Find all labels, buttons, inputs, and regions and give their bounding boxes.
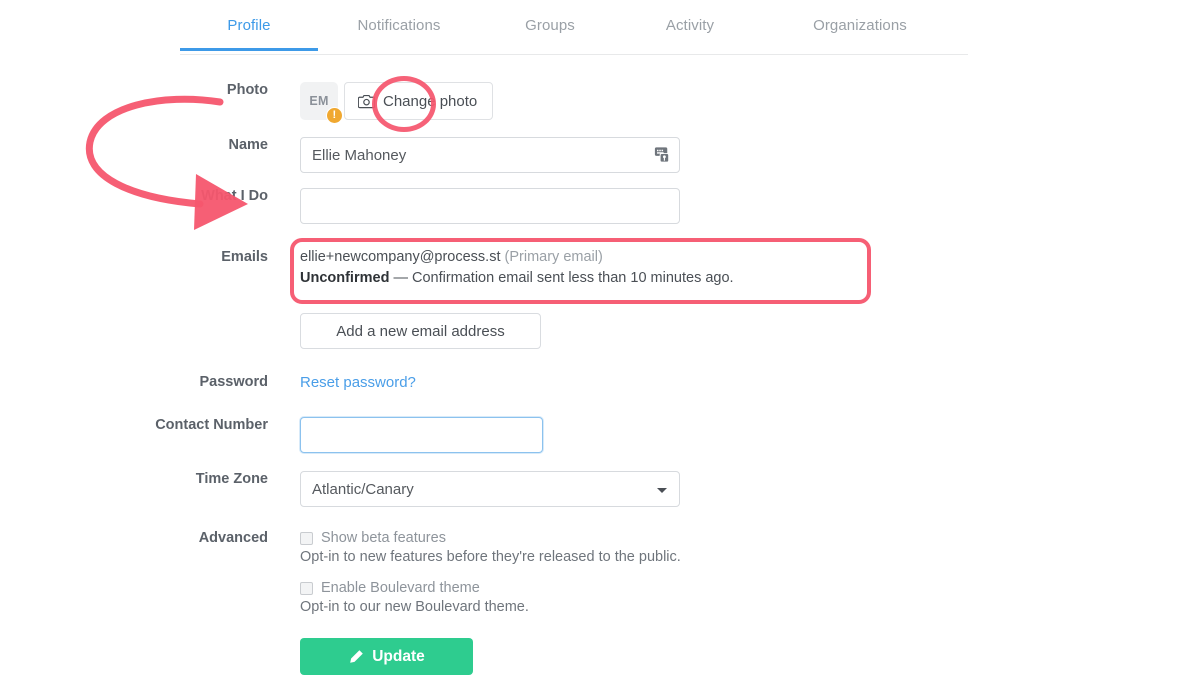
tab-notifications[interactable]: Notifications [318, 0, 480, 50]
row-update: Update [0, 638, 473, 675]
tab-groups[interactable]: Groups [480, 0, 620, 50]
reset-password-link[interactable]: Reset password? [300, 374, 416, 391]
label-photo: Photo [226, 82, 268, 98]
what-i-do-field [300, 188, 680, 224]
label-name: Name [228, 137, 269, 153]
email-primary-tag: (Primary email) [504, 249, 603, 265]
camera-icon [358, 94, 375, 108]
checkbox-label-enable-boulevard-theme: Enable Boulevard theme [321, 580, 480, 596]
time-zone-select[interactable]: Atlantic/Canary [300, 471, 680, 507]
tab-activity[interactable]: Activity [620, 0, 760, 50]
row-add-email: Add a new email address [0, 313, 541, 349]
add-email-field: Add a new email address [300, 313, 541, 349]
help-enable-boulevard-theme: Opt-in to our new Boulevard theme. [300, 599, 529, 615]
update-button[interactable]: Update [300, 638, 473, 675]
chevron-down-icon [657, 488, 667, 493]
label-password: Password [199, 374, 269, 390]
name-field [300, 137, 680, 173]
row-photo: Photo EM ! Change photo [0, 82, 494, 124]
change-photo-button[interactable]: Change photo [344, 82, 494, 120]
checkbox-label-show-beta-features: Show beta features [321, 530, 446, 546]
label-what-i-do: What I Do [201, 188, 268, 204]
advanced-option-beta[interactable]: Show beta features [300, 530, 681, 546]
label-time-zone: Time Zone [195, 471, 268, 487]
time-zone-field: Atlantic/Canary [300, 471, 680, 507]
email-primary-line: ellie+newcompany@process.st (Primary ema… [300, 249, 734, 265]
advanced-field: Show beta features Opt-in to new feature… [300, 530, 681, 615]
tab-profile[interactable]: Profile [180, 0, 318, 51]
name-input[interactable] [300, 137, 680, 173]
email-status-detail: Confirmation email sent less than 10 min… [411, 270, 734, 286]
add-new-email-button[interactable]: Add a new email address [300, 313, 541, 349]
row-what-i-do: What I Do [0, 188, 680, 224]
row-advanced: Advanced Show beta features Opt-in to ne… [0, 530, 681, 615]
avatar[interactable]: EM ! [300, 82, 343, 124]
checkbox-show-beta-features[interactable] [300, 531, 313, 545]
row-contact-number: Contact Number [0, 417, 543, 453]
row-emails: Emails ellie+newcompany@process.st (Prim… [0, 249, 734, 286]
email-status-separator: — [393, 270, 408, 286]
autofill-icon[interactable] [653, 145, 672, 164]
label-add-email-spacer [0, 313, 300, 349]
label-contact-number: Contact Number [155, 417, 268, 433]
email-status-line: Unconfirmed — Confirmation email sent le… [300, 270, 734, 286]
row-time-zone: Time Zone Atlantic/Canary [0, 471, 680, 507]
settings-tab-bar: Profile Notifications Groups Activity Or… [180, 0, 968, 55]
email-status-badge: Unconfirmed [300, 270, 390, 286]
advanced-option-boulevard[interactable]: Enable Boulevard theme [300, 580, 681, 596]
contact-number-field [300, 417, 543, 453]
label-advanced: Advanced [198, 530, 268, 546]
help-show-beta-features: Opt-in to new features before they're re… [300, 549, 681, 565]
password-field: Reset password? [300, 374, 416, 392]
row-name: Name [0, 137, 680, 173]
label-update-spacer [0, 638, 300, 675]
email-address: ellie+newcompany@process.st [300, 249, 501, 265]
time-zone-value: Atlantic/Canary [312, 480, 414, 498]
checkbox-enable-boulevard-theme[interactable] [300, 581, 313, 595]
label-emails: Emails [221, 249, 268, 265]
change-photo-label: Change photo [383, 92, 478, 110]
update-button-label: Update [372, 647, 425, 665]
update-field: Update [300, 638, 473, 675]
avatar-initials: EM [309, 94, 329, 108]
emails-field: ellie+newcompany@process.st (Primary ema… [300, 249, 734, 286]
tab-organizations[interactable]: Organizations [760, 0, 960, 50]
what-i-do-input[interactable] [300, 188, 680, 224]
avatar-warning-badge: ! [326, 107, 343, 124]
row-password: Password Reset password? [0, 374, 416, 392]
contact-number-input[interactable] [300, 417, 543, 453]
pencil-icon [350, 649, 364, 663]
photo-field: EM ! Change photo [300, 82, 494, 124]
